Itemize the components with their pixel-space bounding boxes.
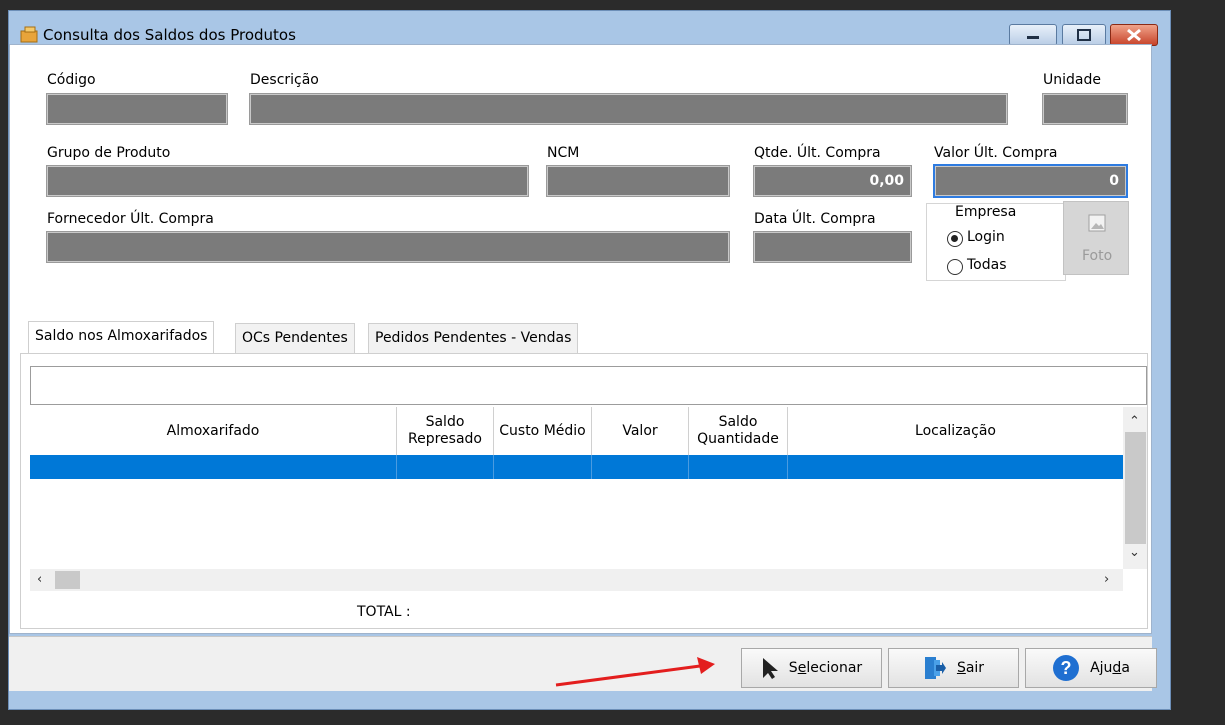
- ncm-field[interactable]: [546, 165, 730, 197]
- vertical-scroll-thumb[interactable]: [1125, 432, 1146, 544]
- help-icon: ?: [1053, 655, 1080, 681]
- fornecedor-label: Fornecedor Últ. Compra: [47, 211, 214, 227]
- col-saldo-represado[interactable]: Saldo Represado: [397, 407, 494, 455]
- codigo-label: Código: [47, 72, 96, 88]
- table-row[interactable]: [30, 455, 1123, 479]
- tab-pedidos-pendentes-vendas[interactable]: Pedidos Pendentes - Vendas: [368, 323, 579, 353]
- app-icon: [20, 26, 38, 43]
- grid-header: Almoxarifado Saldo Represado Custo Médio…: [30, 407, 1123, 456]
- foto-label: Foto: [1082, 248, 1113, 264]
- scroll-right-icon[interactable]: ›: [1104, 572, 1109, 587]
- empresa-login-radio[interactable]: Login: [947, 229, 1027, 249]
- selecionar-button[interactable]: Selecionar: [741, 648, 882, 688]
- unidade-field[interactable]: [1042, 93, 1128, 125]
- col-saldo-quantidade[interactable]: Saldo Quantidade: [689, 407, 788, 455]
- cell-saldo-quantidade: [689, 455, 788, 479]
- exit-door-icon: [924, 657, 946, 679]
- scroll-up-icon[interactable]: ⌃: [1129, 414, 1140, 429]
- codigo-field[interactable]: [46, 93, 228, 125]
- ajuda-button[interactable]: ? Ajuda: [1025, 648, 1157, 688]
- cursor-arrow-icon: [762, 658, 778, 679]
- minimize-icon: [1027, 36, 1039, 39]
- cell-valor: [592, 455, 689, 479]
- horizontal-scrollbar[interactable]: [30, 569, 1123, 591]
- empresa-todas-label: Todas: [967, 257, 1007, 273]
- empresa-label: Empresa: [952, 204, 1020, 220]
- descricao-field[interactable]: [249, 93, 1008, 125]
- annotation-arrow: [555, 657, 715, 687]
- data-ult-compra-label: Data Últ. Compra: [754, 211, 876, 227]
- ncm-label: NCM: [547, 145, 580, 161]
- minimize-button[interactable]: [1009, 24, 1057, 46]
- qtde-ult-compra-field[interactable]: 0,00: [753, 165, 912, 197]
- cell-saldo-represado: [397, 455, 494, 479]
- scroll-down-icon[interactable]: ⌄: [1129, 545, 1140, 560]
- scroll-left-icon[interactable]: ‹: [37, 572, 42, 587]
- radio-unchecked-icon: [947, 259, 963, 275]
- valor-ult-compra-label: Valor Últ. Compra: [934, 145, 1058, 161]
- photo-icon: [1088, 214, 1106, 232]
- horizontal-scroll-thumb[interactable]: [55, 571, 80, 589]
- cell-custo-medio: [494, 455, 592, 479]
- ajuda-label: Ajuda: [1090, 660, 1130, 676]
- unidade-label: Unidade: [1043, 72, 1101, 88]
- grupo-produto-field[interactable]: [46, 165, 529, 197]
- tab-ocs-pendentes[interactable]: OCs Pendentes: [235, 323, 355, 353]
- sair-label: Sair: [956, 660, 985, 676]
- foto-button[interactable]: Foto: [1063, 201, 1129, 275]
- selecionar-label: Selecionar: [788, 660, 863, 676]
- fornecedor-field[interactable]: [46, 231, 730, 263]
- col-valor[interactable]: Valor: [592, 407, 689, 455]
- close-icon: [1127, 28, 1141, 42]
- maximize-icon: [1077, 29, 1091, 41]
- grupo-produto-label: Grupo de Produto: [47, 145, 171, 161]
- descricao-label: Descrição: [250, 72, 319, 88]
- empresa-todas-radio[interactable]: Todas: [947, 257, 1027, 277]
- svg-text:?: ?: [1061, 658, 1072, 678]
- qtde-ult-compra-label: Qtde. Últ. Compra: [754, 145, 881, 161]
- maximize-button[interactable]: [1062, 24, 1106, 46]
- grid-filter-bar[interactable]: [30, 366, 1147, 405]
- data-ult-compra-field[interactable]: [753, 231, 912, 263]
- col-custo-medio[interactable]: Custo Médio: [494, 407, 592, 455]
- cell-localizacao: [788, 455, 1123, 479]
- radio-checked-icon: [947, 231, 963, 247]
- tab-saldo-almoxarifados[interactable]: Saldo nos Almoxarifados: [28, 321, 215, 353]
- cell-almoxarifado: [30, 455, 397, 479]
- window-title: Consulta dos Saldos dos Produtos: [43, 26, 296, 44]
- col-almoxarifado[interactable]: Almoxarifado: [30, 407, 397, 455]
- sair-button[interactable]: Sair: [888, 648, 1019, 688]
- valor-ult-compra-field[interactable]: 0: [933, 164, 1128, 198]
- empresa-login-label: Login: [967, 229, 1005, 245]
- close-button[interactable]: [1110, 24, 1158, 46]
- col-localizacao[interactable]: Localização: [788, 407, 1123, 455]
- total-label: TOTAL :: [357, 604, 411, 620]
